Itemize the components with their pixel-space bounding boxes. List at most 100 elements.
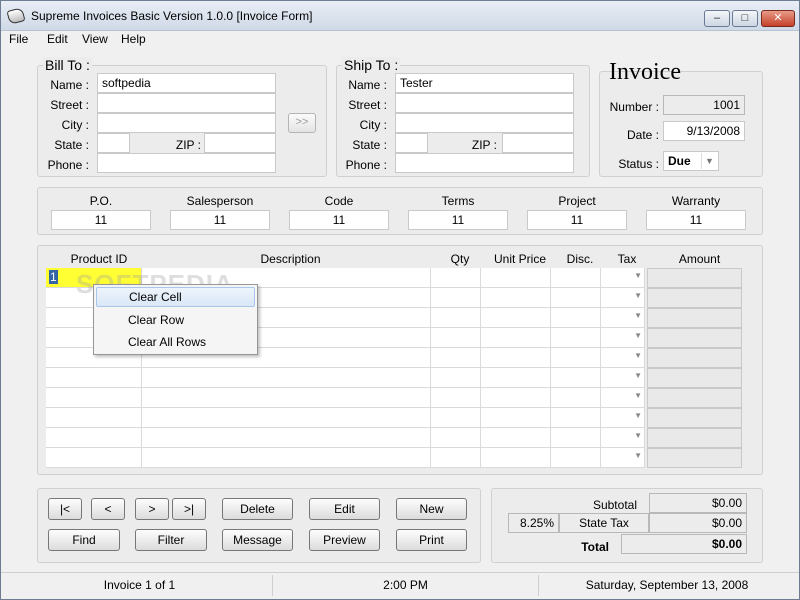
tax-cell[interactable]: ▼ [601,348,645,368]
copy-to-ship-button[interactable]: >> [288,113,316,133]
invoice-status-select[interactable]: Due ▼ [663,151,719,171]
preview-button[interactable]: Preview [309,529,380,551]
disc-cell[interactable] [551,268,601,288]
menu-view[interactable]: View [82,32,108,46]
disc-cell[interactable] [551,408,601,428]
description-cell[interactable] [142,428,431,448]
project-field[interactable]: 11 [527,210,627,230]
qty-cell[interactable] [431,408,481,428]
ship-city-field[interactable] [395,113,574,133]
chevron-down-icon[interactable]: ▼ [634,411,642,420]
ship-name-field[interactable]: Tester [395,73,574,93]
last-record-button[interactable]: >| [172,498,206,520]
message-button[interactable]: Message [222,529,293,551]
tax-cell[interactable]: ▼ [601,388,645,408]
unit-price-cell[interactable] [481,448,551,468]
unit-price-cell[interactable] [481,308,551,328]
product-id-cell[interactable] [46,388,142,408]
product-id-cell[interactable] [46,448,142,468]
chevron-down-icon[interactable]: ▼ [634,331,642,340]
new-button[interactable]: New [396,498,467,520]
description-cell[interactable] [142,408,431,428]
terms-field[interactable]: 11 [408,210,508,230]
description-cell[interactable] [142,368,431,388]
print-button[interactable]: Print [396,529,467,551]
salesperson-field[interactable]: 11 [170,210,270,230]
first-record-button[interactable]: |< [48,498,82,520]
chevron-down-icon[interactable]: ▼ [634,291,642,300]
qty-cell[interactable] [431,388,481,408]
warranty-field[interactable]: 11 [646,210,746,230]
chevron-down-icon[interactable]: ▼ [634,351,642,360]
ship-street-field[interactable] [395,93,574,113]
tax-cell[interactable]: ▼ [601,408,645,428]
disc-cell[interactable] [551,388,601,408]
bill-street-field[interactable] [97,93,276,113]
disc-cell[interactable] [551,308,601,328]
disc-cell[interactable] [551,428,601,448]
tax-cell[interactable]: ▼ [601,428,645,448]
find-button[interactable]: Find [48,529,120,551]
tax-cell[interactable]: ▼ [601,368,645,388]
chevron-down-icon[interactable]: ▼ [634,271,642,280]
title-bar[interactable]: Supreme Invoices Basic Version 1.0.0 [In… [1,1,799,31]
tax-cell[interactable]: ▼ [601,288,645,308]
menu-file[interactable]: File [9,32,28,46]
bill-city-field[interactable] [97,113,276,133]
ctx-clear-all-rows[interactable]: Clear All Rows [96,332,255,352]
chevron-down-icon[interactable]: ▼ [634,431,642,440]
ship-state-field[interactable] [395,133,428,153]
unit-price-cell[interactable] [481,348,551,368]
unit-price-cell[interactable] [481,268,551,288]
qty-cell[interactable] [431,348,481,368]
bill-name-field[interactable]: softpedia [97,73,276,93]
description-cell[interactable] [142,448,431,468]
qty-cell[interactable] [431,368,481,388]
disc-cell[interactable] [551,288,601,308]
menu-help[interactable]: Help [121,32,146,46]
minimize-button[interactable]: – [704,10,730,27]
tax-cell[interactable]: ▼ [601,268,645,288]
qty-cell[interactable] [431,288,481,308]
po-field[interactable]: 11 [51,210,151,230]
unit-price-cell[interactable] [481,368,551,388]
delete-button[interactable]: Delete [222,498,293,520]
filter-button[interactable]: Filter [135,529,207,551]
disc-cell[interactable] [551,368,601,388]
product-id-cell[interactable] [46,408,142,428]
chevron-down-icon[interactable]: ▼ [634,371,642,380]
close-button[interactable]: ✕ [761,10,795,27]
menu-edit[interactable]: Edit [47,32,68,46]
unit-price-cell[interactable] [481,328,551,348]
ctx-clear-row[interactable]: Clear Row [96,310,255,330]
qty-cell[interactable] [431,328,481,348]
unit-price-cell[interactable] [481,408,551,428]
disc-cell[interactable] [551,448,601,468]
unit-price-cell[interactable] [481,288,551,308]
disc-cell[interactable] [551,348,601,368]
ship-zip-field[interactable] [502,133,574,153]
chevron-down-icon[interactable]: ▼ [634,391,642,400]
qty-cell[interactable] [431,268,481,288]
product-id-cell[interactable] [46,428,142,448]
tax-cell[interactable]: ▼ [601,328,645,348]
next-record-button[interactable]: > [135,498,169,520]
unit-price-cell[interactable] [481,388,551,408]
code-field[interactable]: 11 [289,210,389,230]
edit-button[interactable]: Edit [309,498,380,520]
ship-phone-field[interactable] [395,153,574,173]
qty-cell[interactable] [431,308,481,328]
invoice-date-field[interactable]: 9/13/2008 [663,121,745,141]
tax-cell[interactable]: ▼ [601,448,645,468]
tax-cell[interactable]: ▼ [601,308,645,328]
chevron-down-icon[interactable]: ▼ [701,153,717,169]
chevron-down-icon[interactable]: ▼ [634,451,642,460]
unit-price-cell[interactable] [481,428,551,448]
ctx-clear-cell[interactable]: Clear Cell [96,287,255,307]
bill-zip-field[interactable] [204,133,276,153]
chevron-down-icon[interactable]: ▼ [634,311,642,320]
product-id-cell[interactable] [46,368,142,388]
bill-state-field[interactable] [97,133,130,153]
qty-cell[interactable] [431,448,481,468]
bill-phone-field[interactable] [97,153,276,173]
